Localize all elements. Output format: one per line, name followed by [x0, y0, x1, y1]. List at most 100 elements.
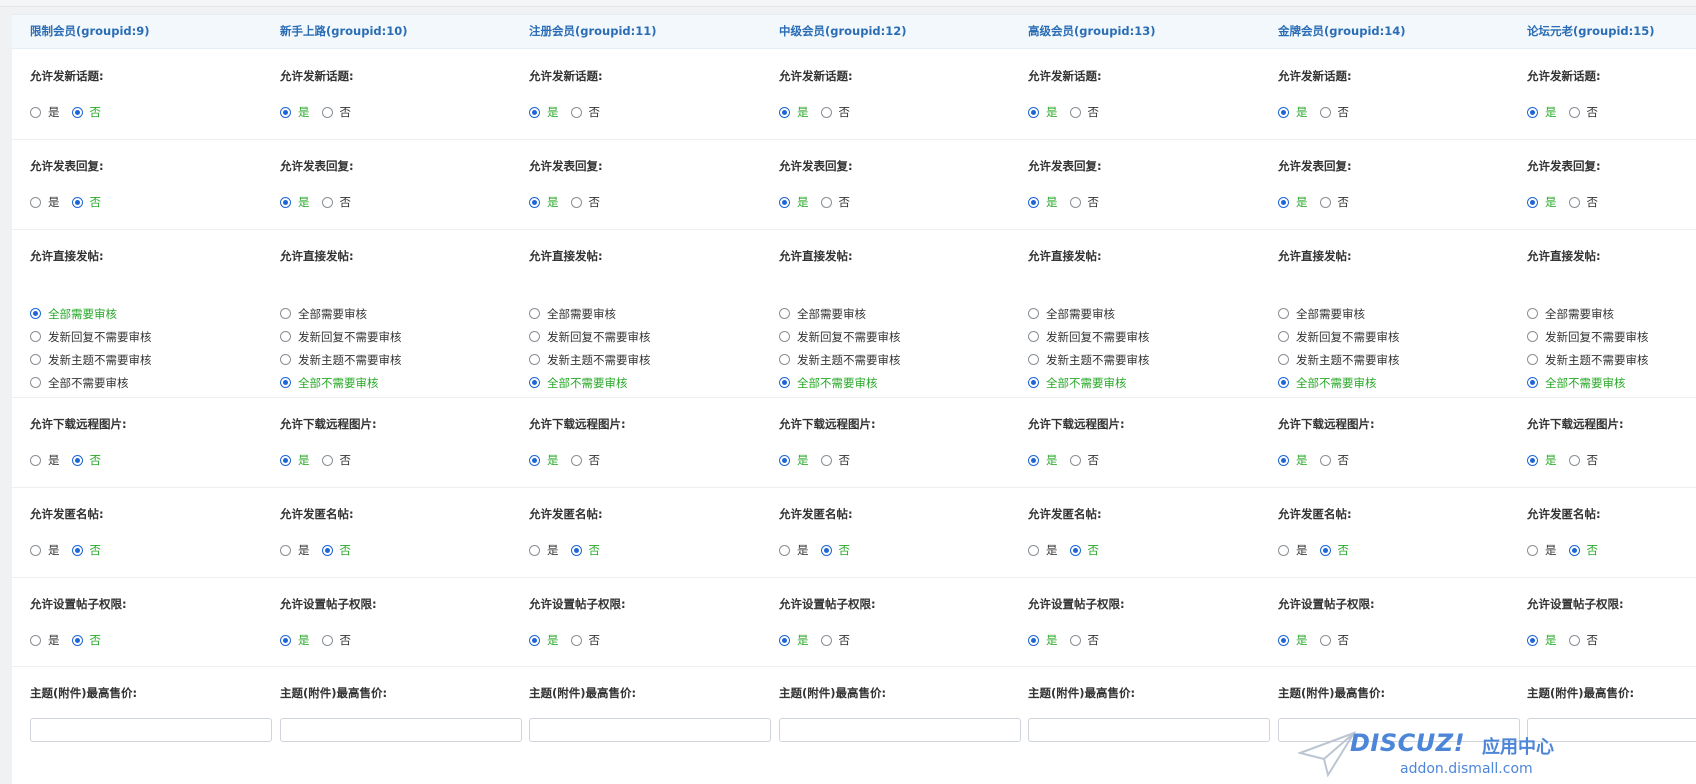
moderation-option[interactable]: 全部需要审核 [280, 306, 402, 321]
radio-button[interactable] [71, 634, 83, 646]
option-no[interactable]: 否 [71, 104, 101, 120]
max-price-input[interactable] [779, 718, 1021, 742]
moderation-option[interactable]: 全部需要审核 [779, 306, 901, 321]
option-no[interactable]: 否 [1319, 104, 1349, 120]
moderation-option[interactable]: 全部不需要审核 [1278, 375, 1400, 390]
option-no[interactable]: 否 [1069, 104, 1099, 120]
option-yes[interactable]: 是 [1527, 542, 1557, 558]
radio-button[interactable] [30, 106, 41, 118]
radio-button[interactable] [30, 354, 41, 365]
option-yes[interactable]: 是 [280, 452, 310, 468]
option-yes[interactable]: 是 [30, 452, 60, 468]
radio-button[interactable] [1319, 454, 1331, 466]
option-no[interactable]: 否 [321, 452, 351, 468]
moderation-option[interactable]: 发新主题不需要审核 [30, 352, 152, 367]
radio-button[interactable] [1319, 196, 1331, 208]
radio-button[interactable] [529, 634, 540, 646]
radio-button[interactable] [1568, 634, 1580, 646]
radio-button[interactable] [570, 106, 582, 118]
option-no[interactable]: 否 [1069, 542, 1099, 558]
radio-button[interactable] [779, 308, 790, 319]
option-yes[interactable]: 是 [1278, 104, 1308, 120]
option-yes[interactable]: 是 [1028, 104, 1058, 120]
radio-button[interactable] [1527, 308, 1538, 319]
option-yes[interactable]: 是 [30, 104, 60, 120]
option-no[interactable]: 否 [71, 452, 101, 468]
moderation-option[interactable]: 全部需要审核 [1028, 306, 1150, 321]
radio-button[interactable] [71, 544, 83, 556]
radio-button[interactable] [280, 354, 291, 365]
radio-button[interactable] [1069, 196, 1081, 208]
option-yes[interactable]: 是 [529, 104, 559, 120]
radio-button[interactable] [280, 308, 291, 319]
radio-button[interactable] [1319, 106, 1331, 118]
radio-button[interactable] [779, 106, 790, 118]
moderation-option[interactable]: 发新回复不需要审核 [280, 329, 402, 344]
radio-button[interactable] [570, 454, 582, 466]
moderation-option[interactable]: 全部不需要审核 [1527, 375, 1649, 390]
option-no[interactable]: 否 [1568, 194, 1598, 210]
option-no[interactable]: 否 [820, 542, 850, 558]
option-no[interactable]: 否 [321, 632, 351, 648]
radio-button[interactable] [1278, 354, 1289, 365]
option-no[interactable]: 否 [570, 542, 600, 558]
radio-button[interactable] [30, 196, 41, 208]
max-price-input[interactable] [30, 718, 272, 742]
option-no[interactable]: 否 [820, 632, 850, 648]
radio-button[interactable] [1568, 454, 1580, 466]
radio-button[interactable] [280, 377, 291, 388]
option-yes[interactable]: 是 [779, 452, 809, 468]
option-no[interactable]: 否 [1568, 542, 1598, 558]
option-no[interactable]: 否 [1319, 542, 1349, 558]
option-no[interactable]: 否 [321, 542, 351, 558]
option-no[interactable]: 否 [820, 194, 850, 210]
option-yes[interactable]: 是 [529, 542, 559, 558]
option-yes[interactable]: 是 [1278, 194, 1308, 210]
radio-button[interactable] [529, 454, 540, 466]
radio-button[interactable] [820, 196, 832, 208]
radio-button[interactable] [820, 106, 832, 118]
option-yes[interactable]: 是 [30, 542, 60, 558]
radio-button[interactable] [321, 454, 333, 466]
radio-button[interactable] [529, 354, 540, 365]
radio-button[interactable] [1527, 196, 1538, 208]
option-no[interactable]: 否 [570, 104, 600, 120]
radio-button[interactable] [1278, 544, 1289, 556]
radio-button[interactable] [1527, 377, 1538, 388]
radio-button[interactable] [280, 544, 291, 556]
radio-button[interactable] [820, 454, 832, 466]
radio-button[interactable] [1028, 454, 1039, 466]
radio-button[interactable] [820, 544, 832, 556]
radio-button[interactable] [1319, 634, 1331, 646]
option-yes[interactable]: 是 [1278, 632, 1308, 648]
moderation-option[interactable]: 全部不需要审核 [280, 375, 402, 390]
radio-button[interactable] [30, 634, 41, 646]
radio-button[interactable] [779, 454, 790, 466]
option-no[interactable]: 否 [321, 104, 351, 120]
option-no[interactable]: 否 [1319, 452, 1349, 468]
option-yes[interactable]: 是 [1527, 104, 1557, 120]
option-no[interactable]: 否 [820, 104, 850, 120]
moderation-option[interactable]: 发新主题不需要审核 [529, 352, 651, 367]
max-price-input[interactable] [1028, 718, 1270, 742]
radio-button[interactable] [30, 544, 41, 556]
option-no[interactable]: 否 [1568, 632, 1598, 648]
radio-button[interactable] [280, 454, 291, 466]
option-yes[interactable]: 是 [529, 452, 559, 468]
moderation-option[interactable]: 发新回复不需要审核 [1028, 329, 1150, 344]
radio-button[interactable] [1568, 106, 1580, 118]
moderation-option[interactable]: 全部不需要审核 [779, 375, 901, 390]
option-no[interactable]: 否 [71, 632, 101, 648]
moderation-option[interactable]: 发新回复不需要审核 [30, 329, 152, 344]
radio-button[interactable] [1028, 377, 1039, 388]
radio-button[interactable] [71, 196, 83, 208]
option-yes[interactable]: 是 [280, 194, 310, 210]
option-yes[interactable]: 是 [1527, 194, 1557, 210]
radio-button[interactable] [529, 331, 540, 342]
option-yes[interactable]: 是 [1028, 452, 1058, 468]
option-yes[interactable]: 是 [30, 194, 60, 210]
radio-button[interactable] [1069, 634, 1081, 646]
moderation-option[interactable]: 全部需要审核 [1278, 306, 1400, 321]
option-no[interactable]: 否 [1319, 194, 1349, 210]
option-no[interactable]: 否 [71, 542, 101, 558]
